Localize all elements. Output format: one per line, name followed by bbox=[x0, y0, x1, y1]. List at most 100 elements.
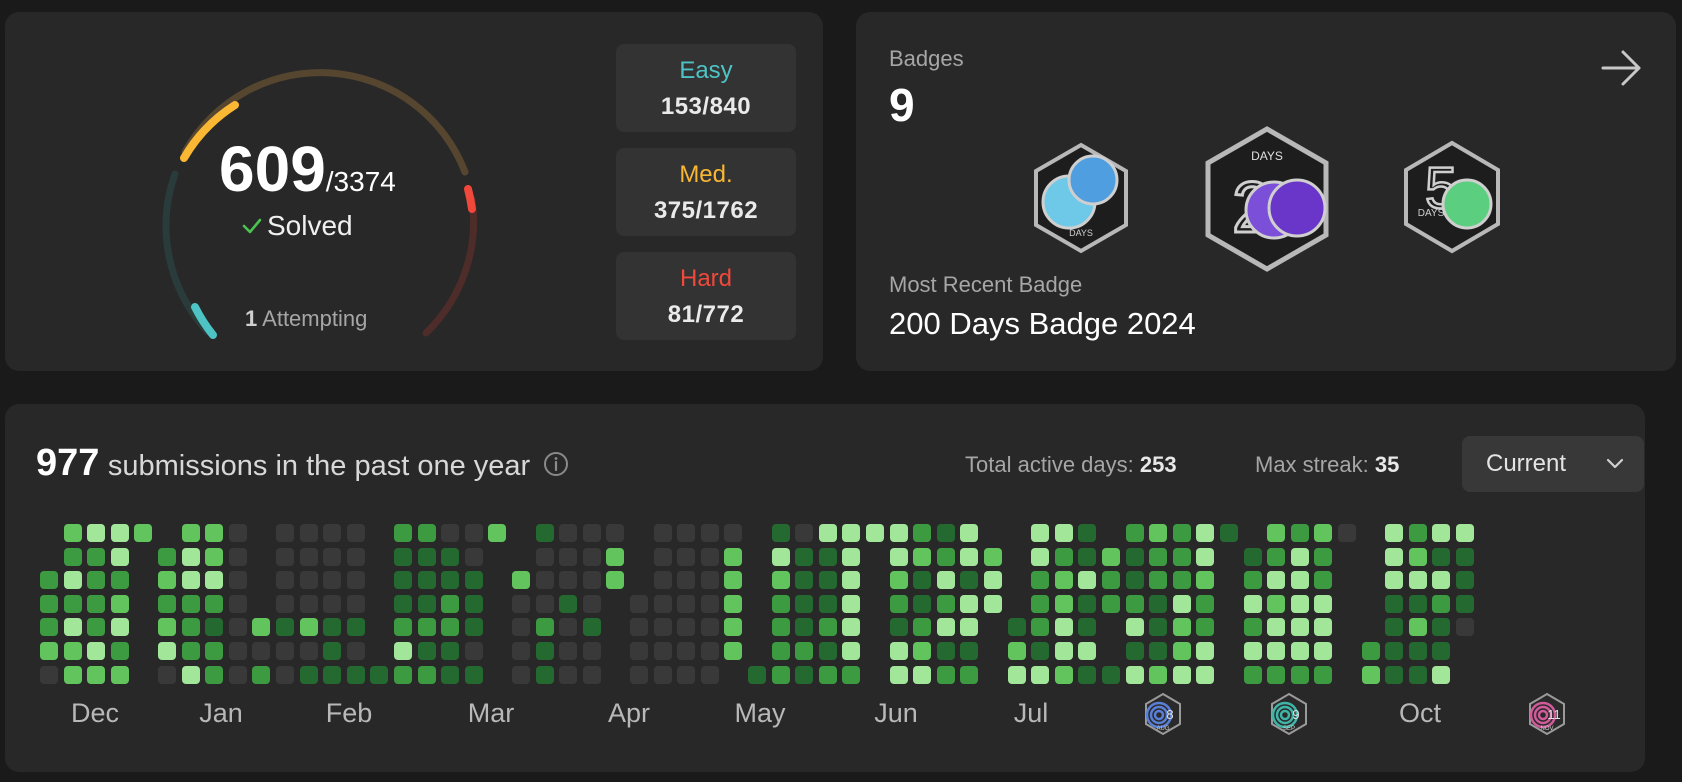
heatmap-day-cell[interactable] bbox=[1456, 547, 1474, 566]
heatmap-day-cell[interactable] bbox=[936, 524, 955, 542]
heatmap-day-cell[interactable] bbox=[441, 665, 460, 684]
heatmap-day-cell[interactable] bbox=[1102, 665, 1120, 684]
heatmap-day-cell[interactable] bbox=[960, 524, 979, 542]
heatmap-day-cell[interactable] bbox=[40, 642, 58, 660]
heatmap-day-cell[interactable] bbox=[276, 665, 294, 684]
heatmap-day-cell[interactable] bbox=[464, 618, 483, 637]
heatmap-day-cell[interactable] bbox=[842, 642, 861, 660]
heatmap-day-cell[interactable] bbox=[1031, 618, 1050, 637]
heatmap-day-cell[interactable] bbox=[771, 665, 790, 684]
heatmap-day-cell[interactable] bbox=[1031, 547, 1050, 566]
heatmap-day-cell[interactable] bbox=[417, 571, 436, 590]
heatmap-day-cell[interactable] bbox=[1054, 618, 1073, 637]
heatmap-day-cell[interactable] bbox=[913, 571, 932, 590]
heatmap-day-cell[interactable] bbox=[158, 642, 176, 660]
heatmap-day-cell[interactable] bbox=[1243, 594, 1262, 613]
heatmap-day-cell[interactable] bbox=[417, 642, 436, 660]
heatmap-day-cell[interactable] bbox=[228, 547, 247, 566]
heatmap-day-cell[interactable] bbox=[1125, 524, 1144, 542]
heatmap-day-cell[interactable] bbox=[1149, 571, 1168, 590]
heatmap-day-cell[interactable] bbox=[323, 642, 342, 660]
heatmap-day-cell[interactable] bbox=[700, 547, 719, 566]
heatmap-day-cell[interactable] bbox=[276, 594, 294, 613]
heatmap-day-cell[interactable] bbox=[1149, 547, 1168, 566]
heatmap-day-cell[interactable] bbox=[1078, 665, 1097, 684]
heatmap-day-cell[interactable] bbox=[677, 571, 696, 590]
heatmap-day-cell[interactable] bbox=[1054, 665, 1073, 684]
heatmap-day-cell[interactable] bbox=[158, 571, 176, 590]
heatmap-day-cell[interactable] bbox=[110, 547, 129, 566]
heatmap-day-cell[interactable] bbox=[771, 642, 790, 660]
heatmap-day-cell[interactable] bbox=[110, 594, 129, 613]
heatmap-day-cell[interactable] bbox=[936, 571, 955, 590]
heatmap-day-cell[interactable] bbox=[1314, 665, 1333, 684]
heatmap-day-cell[interactable] bbox=[559, 642, 578, 660]
heatmap-day-cell[interactable] bbox=[1385, 642, 1404, 660]
heatmap-day-cell[interactable] bbox=[653, 642, 672, 660]
heatmap-day-cell[interactable] bbox=[228, 665, 247, 684]
heatmap-day-cell[interactable] bbox=[1196, 618, 1215, 637]
heatmap-day-cell[interactable] bbox=[1456, 594, 1474, 613]
heatmap-day-cell[interactable] bbox=[1408, 642, 1427, 660]
heatmap-day-cell[interactable] bbox=[1054, 642, 1073, 660]
heatmap-day-cell[interactable] bbox=[1102, 594, 1120, 613]
heatmap-day-cell[interactable] bbox=[110, 524, 129, 542]
heatmap-day-cell[interactable] bbox=[464, 642, 483, 660]
heatmap-day-cell[interactable] bbox=[842, 571, 861, 590]
heatmap-day-cell[interactable] bbox=[1432, 524, 1451, 542]
heatmap-day-cell[interactable] bbox=[394, 547, 412, 566]
heatmap-day-cell[interactable] bbox=[1314, 618, 1333, 637]
heatmap-day-cell[interactable] bbox=[1031, 642, 1050, 660]
heatmap-day-cell[interactable] bbox=[559, 571, 578, 590]
heatmap-day-cell[interactable] bbox=[818, 665, 837, 684]
heatmap-day-cell[interactable] bbox=[700, 618, 719, 637]
heatmap-day-cell[interactable] bbox=[1290, 524, 1309, 542]
heatmap-day-cell[interactable] bbox=[1196, 594, 1215, 613]
heatmap-day-cell[interactable] bbox=[1385, 594, 1404, 613]
heatmap-day-cell[interactable] bbox=[1290, 618, 1309, 637]
heatmap-day-cell[interactable] bbox=[913, 594, 932, 613]
100-days-badge-icon[interactable]: DAYS bbox=[1031, 142, 1131, 254]
heatmap-day-cell[interactable] bbox=[158, 594, 176, 613]
heatmap-day-cell[interactable] bbox=[441, 524, 460, 542]
heatmap-day-cell[interactable] bbox=[87, 571, 106, 590]
heatmap-day-cell[interactable] bbox=[630, 665, 648, 684]
heatmap-day-cell[interactable] bbox=[1054, 524, 1073, 542]
heatmap-day-cell[interactable] bbox=[417, 618, 436, 637]
heatmap-day-cell[interactable] bbox=[1125, 571, 1144, 590]
heatmap-day-cell[interactable] bbox=[1290, 571, 1309, 590]
heatmap-day-cell[interactable] bbox=[582, 594, 601, 613]
heatmap-day-cell[interactable] bbox=[252, 665, 271, 684]
heatmap-day-cell[interactable] bbox=[1290, 547, 1309, 566]
heatmap-day-cell[interactable] bbox=[1243, 618, 1262, 637]
heatmap-day-cell[interactable] bbox=[1078, 571, 1097, 590]
heatmap-day-cell[interactable] bbox=[205, 618, 224, 637]
heatmap-day-cell[interactable] bbox=[441, 571, 460, 590]
heatmap-day-cell[interactable] bbox=[559, 524, 578, 542]
heatmap-day-cell[interactable] bbox=[795, 524, 814, 542]
heatmap-day-cell[interactable] bbox=[417, 665, 436, 684]
heatmap-day-cell[interactable] bbox=[1031, 571, 1050, 590]
heatmap-day-cell[interactable] bbox=[724, 642, 743, 660]
heatmap-day-cell[interactable] bbox=[488, 524, 507, 542]
heatmap-day-cell[interactable] bbox=[653, 618, 672, 637]
heatmap-day-cell[interactable] bbox=[205, 524, 224, 542]
heatmap-day-cell[interactable] bbox=[1314, 524, 1333, 542]
heatmap-day-cell[interactable] bbox=[1007, 665, 1026, 684]
heatmap-day-cell[interactable] bbox=[464, 665, 483, 684]
heatmap-day-cell[interactable] bbox=[1385, 524, 1404, 542]
heatmap-day-cell[interactable] bbox=[1196, 571, 1215, 590]
heatmap-day-cell[interactable] bbox=[1267, 594, 1286, 613]
heatmap-day-cell[interactable] bbox=[771, 618, 790, 637]
heatmap-day-cell[interactable] bbox=[889, 618, 908, 637]
heatmap-day-cell[interactable] bbox=[110, 618, 129, 637]
heatmap-day-cell[interactable] bbox=[1456, 618, 1474, 637]
heatmap-day-cell[interactable] bbox=[1125, 642, 1144, 660]
heatmap-day-cell[interactable] bbox=[535, 665, 554, 684]
heatmap-day-cell[interactable] bbox=[700, 594, 719, 613]
heatmap-day-cell[interactable] bbox=[1243, 642, 1262, 660]
heatmap-day-cell[interactable] bbox=[1314, 547, 1333, 566]
heatmap-day-cell[interactable] bbox=[512, 571, 530, 590]
heatmap-day-cell[interactable] bbox=[205, 547, 224, 566]
heatmap-day-cell[interactable] bbox=[87, 642, 106, 660]
